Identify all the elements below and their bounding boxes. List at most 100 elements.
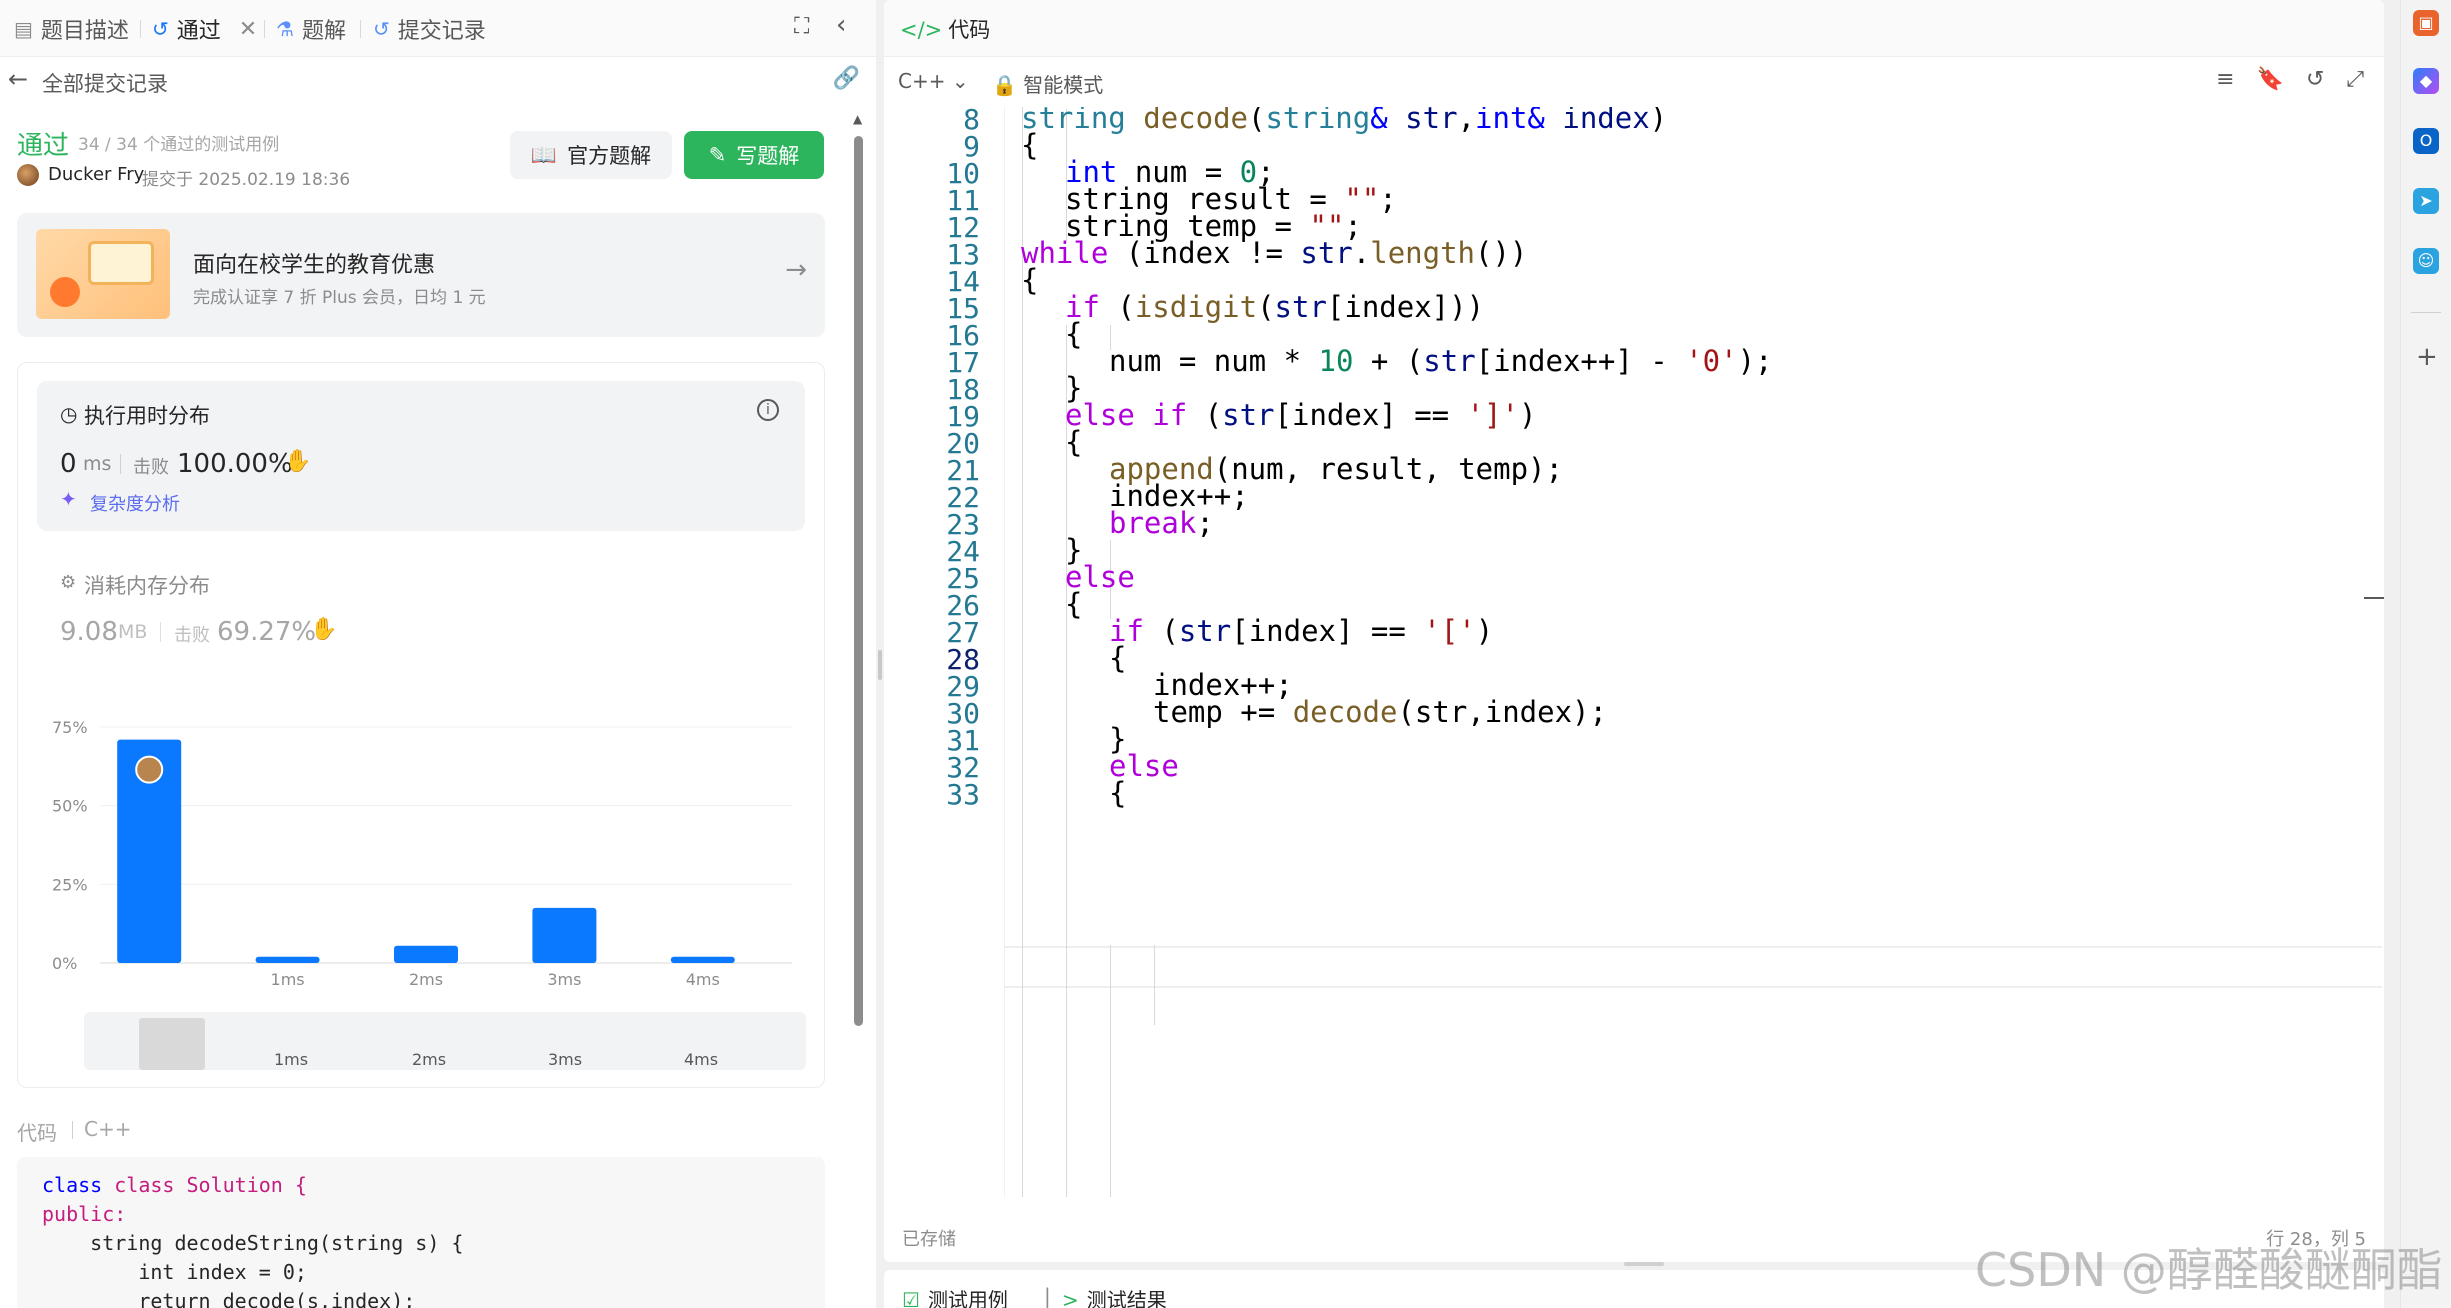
mini-tick-label: 4ms: [684, 1050, 719, 1069]
collapse-icon[interactable]: ‹: [836, 10, 846, 40]
clap-icon: ✋: [284, 449, 312, 474]
book-icon: 📖: [530, 142, 558, 167]
submitted-time: 提交于 2025.02.19 18:36: [142, 170, 351, 190]
chart-bar[interactable]: [532, 907, 597, 963]
reset-icon[interactable]: ↺: [2306, 67, 2324, 92]
left-tabbar: ▤ 题目描述 ↺ 通过 ✕ ⚗ 题解 ↺ 提交记录 ⛶ ‹: [0, 0, 876, 57]
editor-header: </> 代码: [884, 0, 2384, 57]
outlook-icon[interactable]: O: [2413, 128, 2439, 154]
editor-title: </> 代码: [900, 18, 991, 42]
editor-toolbar: C++ ⌄ 🔒 智能模式 ≡ 🔖 ↺ ⤢: [884, 57, 2384, 105]
slider-window[interactable]: [139, 1018, 205, 1070]
tab-testcases[interactable]: ☑ 测试用例: [902, 1284, 1008, 1308]
author-name[interactable]: Ducker Fry: [48, 164, 144, 185]
close-icon[interactable]: ✕: [239, 17, 257, 42]
code-line: string decodeString(string s) {: [42, 1231, 464, 1255]
graduation-cap-image: [36, 229, 170, 319]
test-cases-count: 34 / 34 个通过的测试用例: [78, 135, 280, 155]
scroll-up-icon[interactable]: ▲: [853, 112, 862, 126]
scrollbar-thumb[interactable]: [854, 136, 863, 1026]
history-icon: ↺: [373, 17, 390, 41]
tab-solutions[interactable]: ⚗ 题解: [276, 14, 346, 44]
bookmark-icon[interactable]: 🔖: [2257, 67, 2284, 92]
all-submissions-link[interactable]: 全部提交记录: [42, 68, 168, 98]
editor-scrollbar[interactable]: [2364, 107, 2384, 1197]
copilot-icon[interactable]: ◆: [2413, 68, 2439, 94]
add-icon[interactable]: +: [2416, 342, 2438, 372]
divider: [120, 454, 121, 474]
code-label: 代码: [17, 1121, 57, 1145]
y-tick-label: 50%: [52, 797, 88, 816]
official-solution-button[interactable]: 📖 官方题解: [510, 131, 672, 179]
code-line: {: [1109, 776, 1127, 810]
code-line: return decode(s,index);: [42, 1289, 416, 1308]
complexity-analysis-link[interactable]: 复杂度分析: [90, 490, 180, 516]
write-solution-button[interactable]: ✎ 写题解: [684, 131, 824, 179]
toolbox-icon[interactable]: ▣: [2413, 10, 2439, 36]
beat-label: 击败: [174, 625, 210, 646]
chart-bar[interactable]: [255, 956, 320, 963]
clap-icon: ✋: [310, 617, 338, 642]
code-line: int index = 0;: [42, 1260, 307, 1284]
runtime-value: 0: [60, 449, 77, 479]
code-line: break;: [1109, 506, 1214, 540]
profile-icon[interactable]: ☺: [2413, 248, 2439, 274]
description-icon: ▤: [14, 17, 33, 41]
smart-mode-toggle[interactable]: 🔒 智能模式: [992, 69, 1103, 98]
code-line: string decode(string& str,int& index): [1021, 107, 1668, 135]
tab-divider: |: [1044, 1284, 1051, 1308]
tab-description[interactable]: ▤ 题目描述: [14, 14, 129, 44]
fullscreen-icon[interactable]: ⛶: [794, 14, 809, 39]
back-arrow-icon[interactable]: ←: [8, 65, 28, 93]
history-icon: ↺: [152, 17, 169, 41]
code-line: if (str[index] == '['): [1109, 614, 1494, 648]
code-editor[interactable]: 8 9 10 11 12 13 14 15 16 17 18 19 20 21 22 23 24 25 26 27 28…: [884, 107, 2384, 1197]
expand-icon[interactable]: ⤢: [2346, 67, 2364, 92]
tab-submissions[interactable]: ↺ 提交记录: [373, 14, 486, 44]
tab-label: 题解: [301, 19, 346, 44]
language-select[interactable]: C++ ⌄: [898, 69, 969, 93]
arrow-right-icon[interactable]: →: [785, 255, 807, 285]
tab-label: 通过: [176, 19, 221, 44]
promo-subtitle: 完成认证享 7 折 Plus 会员，日均 1 元: [193, 288, 486, 308]
memory-title[interactable]: 消耗内存分布: [84, 570, 210, 600]
x-tick-label: 3ms: [547, 970, 581, 989]
terminal-icon: >: [1062, 1288, 1079, 1308]
mini-tick-label: 2ms: [412, 1050, 447, 1069]
indent-guide: [1154, 945, 1155, 1025]
education-promo-banner[interactable]: 面向在校学生的教育优惠 完成认证享 7 折 Plus 会员，日均 1 元 →: [17, 213, 825, 337]
tab-passed[interactable]: ↺ 通过 ✕: [152, 14, 257, 45]
edit-icon: ✎: [708, 143, 727, 167]
code-line: {: [1065, 587, 1083, 621]
code-line: temp += decode(str,index);: [1153, 695, 1607, 729]
current-line-highlight: [1004, 946, 2382, 988]
code-line: num = num * 10 + (str[index++] - '0');: [1109, 344, 1773, 378]
mini-tick-label: 1ms: [274, 1050, 309, 1069]
runtime-title: 执行用时分布: [84, 404, 210, 428]
chart-bar[interactable]: [394, 945, 458, 963]
indent-guide: [1110, 945, 1111, 1197]
code-line: {: [1021, 263, 1039, 297]
y-tick-label: 25%: [52, 875, 88, 894]
format-icon[interactable]: ≡: [2216, 67, 2234, 92]
send-icon[interactable]: ➤: [2413, 188, 2439, 214]
chart-bar[interactable]: [670, 956, 735, 963]
checkbox-icon: ☑: [902, 1288, 920, 1308]
runtime-unit: ms: [83, 453, 112, 475]
browser-sidebar: ▣ ◆ O ➤ ☺ +: [2400, 0, 2451, 1308]
clock-icon: ◷: [60, 402, 78, 426]
tab-divider: [360, 20, 361, 38]
panel-splitter[interactable]: [876, 0, 884, 1308]
left-scrollbar[interactable]: ▲: [852, 112, 864, 1308]
tab-test-results[interactable]: > 测试结果: [1062, 1284, 1167, 1308]
code-line: public:: [42, 1202, 127, 1226]
avatar[interactable]: [17, 164, 39, 186]
tab-divider: [264, 20, 265, 38]
code-line: {: [1021, 128, 1039, 162]
chart-range-slider[interactable]: 1ms 2ms 3ms 4ms: [84, 1012, 806, 1070]
tab-divider: [140, 20, 141, 38]
code-line: if (isdigit(str[index])): [1065, 290, 1485, 324]
info-icon[interactable]: i: [757, 399, 779, 421]
subheader: ← 全部提交记录 🔗: [0, 57, 876, 105]
share-link-icon[interactable]: 🔗: [833, 66, 860, 91]
